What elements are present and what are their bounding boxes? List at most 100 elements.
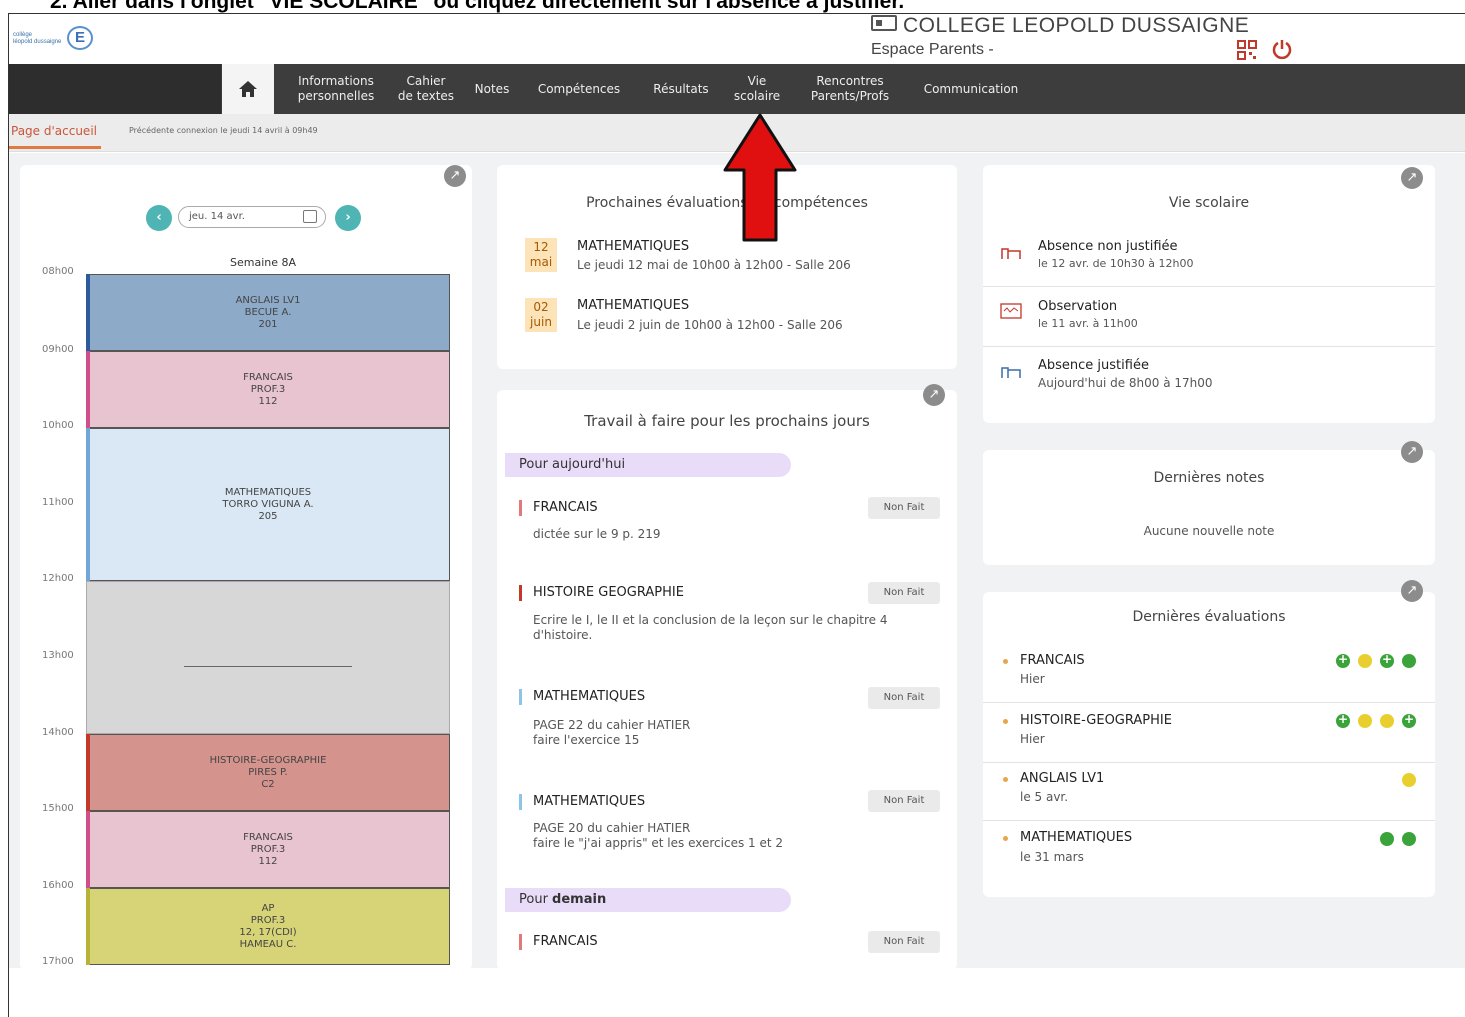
last-evaluations-title: Dernières évaluations [1132, 609, 1286, 625]
homework-card [497, 390, 957, 970]
eval-day: 12 [533, 240, 549, 254]
last-eval-subject[interactable]: ANGLAIS LV1 [1020, 771, 1104, 786]
separator [983, 702, 1435, 703]
competence-dot [1380, 714, 1394, 728]
competence-dot [1402, 832, 1416, 846]
nav-tab-cahier-de-textes[interactable]: Cahier de textes [391, 64, 461, 114]
qr-code-icon[interactable] [1237, 40, 1257, 60]
nav-tab-communication[interactable]: Communication [909, 64, 1033, 114]
homework-description: Ecrire le I, le II et la conclusion de l… [533, 613, 888, 642]
hour-label: 11h00 [42, 497, 74, 508]
screenshot-root: 2. Aller dans l'onglet "VIE SCOLAIRE" ou… [0, 0, 1465, 1017]
expand-icon[interactable]: ↗ [923, 384, 945, 406]
agenda-slot[interactable]: AP PROF.3 12, 17(CDI) HAMEAU C. [86, 888, 450, 965]
homework-status-badge[interactable]: Non Fait [868, 687, 940, 709]
last-eval-subject[interactable]: MATHEMATIQUES [1020, 830, 1132, 845]
subject-color-bar [519, 934, 522, 950]
vie-item-title[interactable]: Observation [1038, 299, 1117, 314]
nav-tab-notes[interactable]: Notes [467, 64, 517, 114]
homework-status-badge[interactable]: Non Fait [868, 582, 940, 604]
calendar-icon [303, 210, 317, 223]
separator [983, 346, 1435, 347]
homework-subject[interactable]: MATHEMATIQUES [533, 794, 645, 809]
homework-status-badge[interactable]: Non Fait [868, 790, 940, 812]
homework-title: Travail à faire pour les prochains jours [584, 412, 870, 430]
slot-stripe [86, 274, 90, 351]
competence-dot [1358, 714, 1372, 728]
competence-dot [1380, 652, 1394, 668]
hour-label: 12h00 [42, 573, 74, 584]
home-tab[interactable] [222, 64, 274, 114]
hour-label: 15h00 [42, 803, 74, 814]
homework-subject[interactable]: FRANCAIS [533, 500, 598, 515]
empty-slot-divider [184, 666, 352, 667]
separator [983, 762, 1435, 763]
slot-stripe [86, 351, 90, 428]
logo-text: collège léopold dussaigne [13, 32, 62, 45]
eval-subject[interactable]: MATHEMATIQUES [577, 298, 689, 313]
homework-subject[interactable]: FRANCAIS [533, 934, 598, 949]
competence-dot [1358, 654, 1372, 668]
absence-icon [1001, 248, 1021, 259]
homework-subject[interactable]: MATHEMATIQUES [533, 689, 645, 704]
last-eval-subject[interactable]: FRANCAIS [1020, 653, 1085, 668]
eval-date-chip: 12 mai [525, 238, 557, 272]
subject-color-bar [519, 794, 522, 810]
agenda-slot[interactable]: FRANCAIS PROF.3 112 [86, 811, 450, 888]
school-logo[interactable]: collège léopold dussaigne E [13, 22, 97, 60]
navbar-left-block [9, 64, 221, 114]
vie-scolaire-title: Vie scolaire [1168, 195, 1250, 211]
agenda-slot[interactable]: FRANCAIS PROF.3 112 [86, 351, 450, 428]
vie-item-detail: le 11 avr. à 11h00 [1038, 317, 1138, 330]
page-bottom [9, 968, 1465, 1017]
nav-tab-rencontres[interactable]: Rencontres Parents/Profs [795, 64, 905, 114]
agenda-slot[interactable]: ANGLAIS LV1 BECUE A. 201 [86, 274, 450, 351]
last-eval-subject[interactable]: HISTOIRE-GEOGRAPHIE [1020, 713, 1172, 728]
homework-description: dictée sur le 9 p. 219 [533, 527, 661, 541]
vie-item-title[interactable]: Absence non justifiée [1038, 239, 1178, 254]
home-icon [239, 81, 257, 97]
last-eval-date: Hier [1020, 732, 1045, 746]
nav-tab-resultats[interactable]: Résultats [641, 64, 721, 114]
agenda-slot[interactable]: MATHEMATIQUES TORRO VIGUNA A. 205 [86, 428, 450, 581]
agenda-slot[interactable]: HISTOIRE-GEOGRAPHIE PIRES P. C2 [86, 734, 450, 811]
eval-subject[interactable]: MATHEMATIQUES [577, 239, 689, 254]
nav-tab-informations[interactable]: Informations personnelles [284, 64, 388, 114]
date-value: jeu. 14 avr. [189, 211, 245, 222]
last-notes-card [983, 450, 1435, 565]
observation-icon [1000, 303, 1022, 319]
power-icon[interactable] [1271, 38, 1293, 60]
homework-subject[interactable]: HISTOIRE GEOGRAPHIE [533, 585, 684, 600]
hour-label: 14h00 [42, 727, 74, 738]
expand-icon[interactable]: ↗ [1401, 441, 1423, 463]
eval-month: juin [530, 315, 552, 329]
eval-month: mai [529, 255, 553, 269]
slot-stripe [86, 811, 90, 888]
vie-item-detail: le 12 avr. de 10h30 à 12h00 [1038, 257, 1194, 270]
instruction-text: 2. Aller dans l'onglet "VIE SCOLAIRE" ou… [50, 0, 905, 13]
competence-dot [1402, 773, 1416, 787]
homework-status-badge[interactable]: Non Fait [868, 497, 940, 519]
subject-color-bar [519, 585, 522, 601]
slot-stripe [86, 734, 90, 811]
date-picker[interactable]: jeu. 14 avr. [178, 206, 326, 228]
competence-dot [1380, 832, 1394, 846]
nav-tab-vie-scolaire[interactable]: Vie scolaire [727, 64, 787, 114]
expand-icon[interactable]: ↗ [1401, 580, 1423, 602]
eval-day: 02 [533, 300, 549, 314]
separator [983, 286, 1435, 287]
vie-item-title[interactable]: Absence justifiée [1038, 358, 1149, 373]
expand-icon[interactable]: ↗ [444, 165, 466, 187]
homework-status-badge[interactable]: Non Fait [868, 931, 940, 953]
nav-tab-competences[interactable]: Compétences [524, 64, 634, 114]
previous-day-button[interactable]: ‹ [146, 205, 172, 231]
hour-label: 17h00 [42, 956, 74, 967]
next-day-button[interactable]: › [335, 205, 361, 231]
id-card-icon [871, 15, 897, 31]
expand-icon[interactable]: ↗ [1401, 167, 1423, 189]
bullet [1003, 659, 1008, 664]
space-label: Espace Parents - [871, 41, 994, 58]
red-arrow-annotation [723, 113, 797, 242]
breadcrumb-home[interactable]: Page d'accueil [9, 124, 101, 149]
homework-description: PAGE 20 du cahier HATIER faire le "j'ai … [533, 821, 784, 850]
